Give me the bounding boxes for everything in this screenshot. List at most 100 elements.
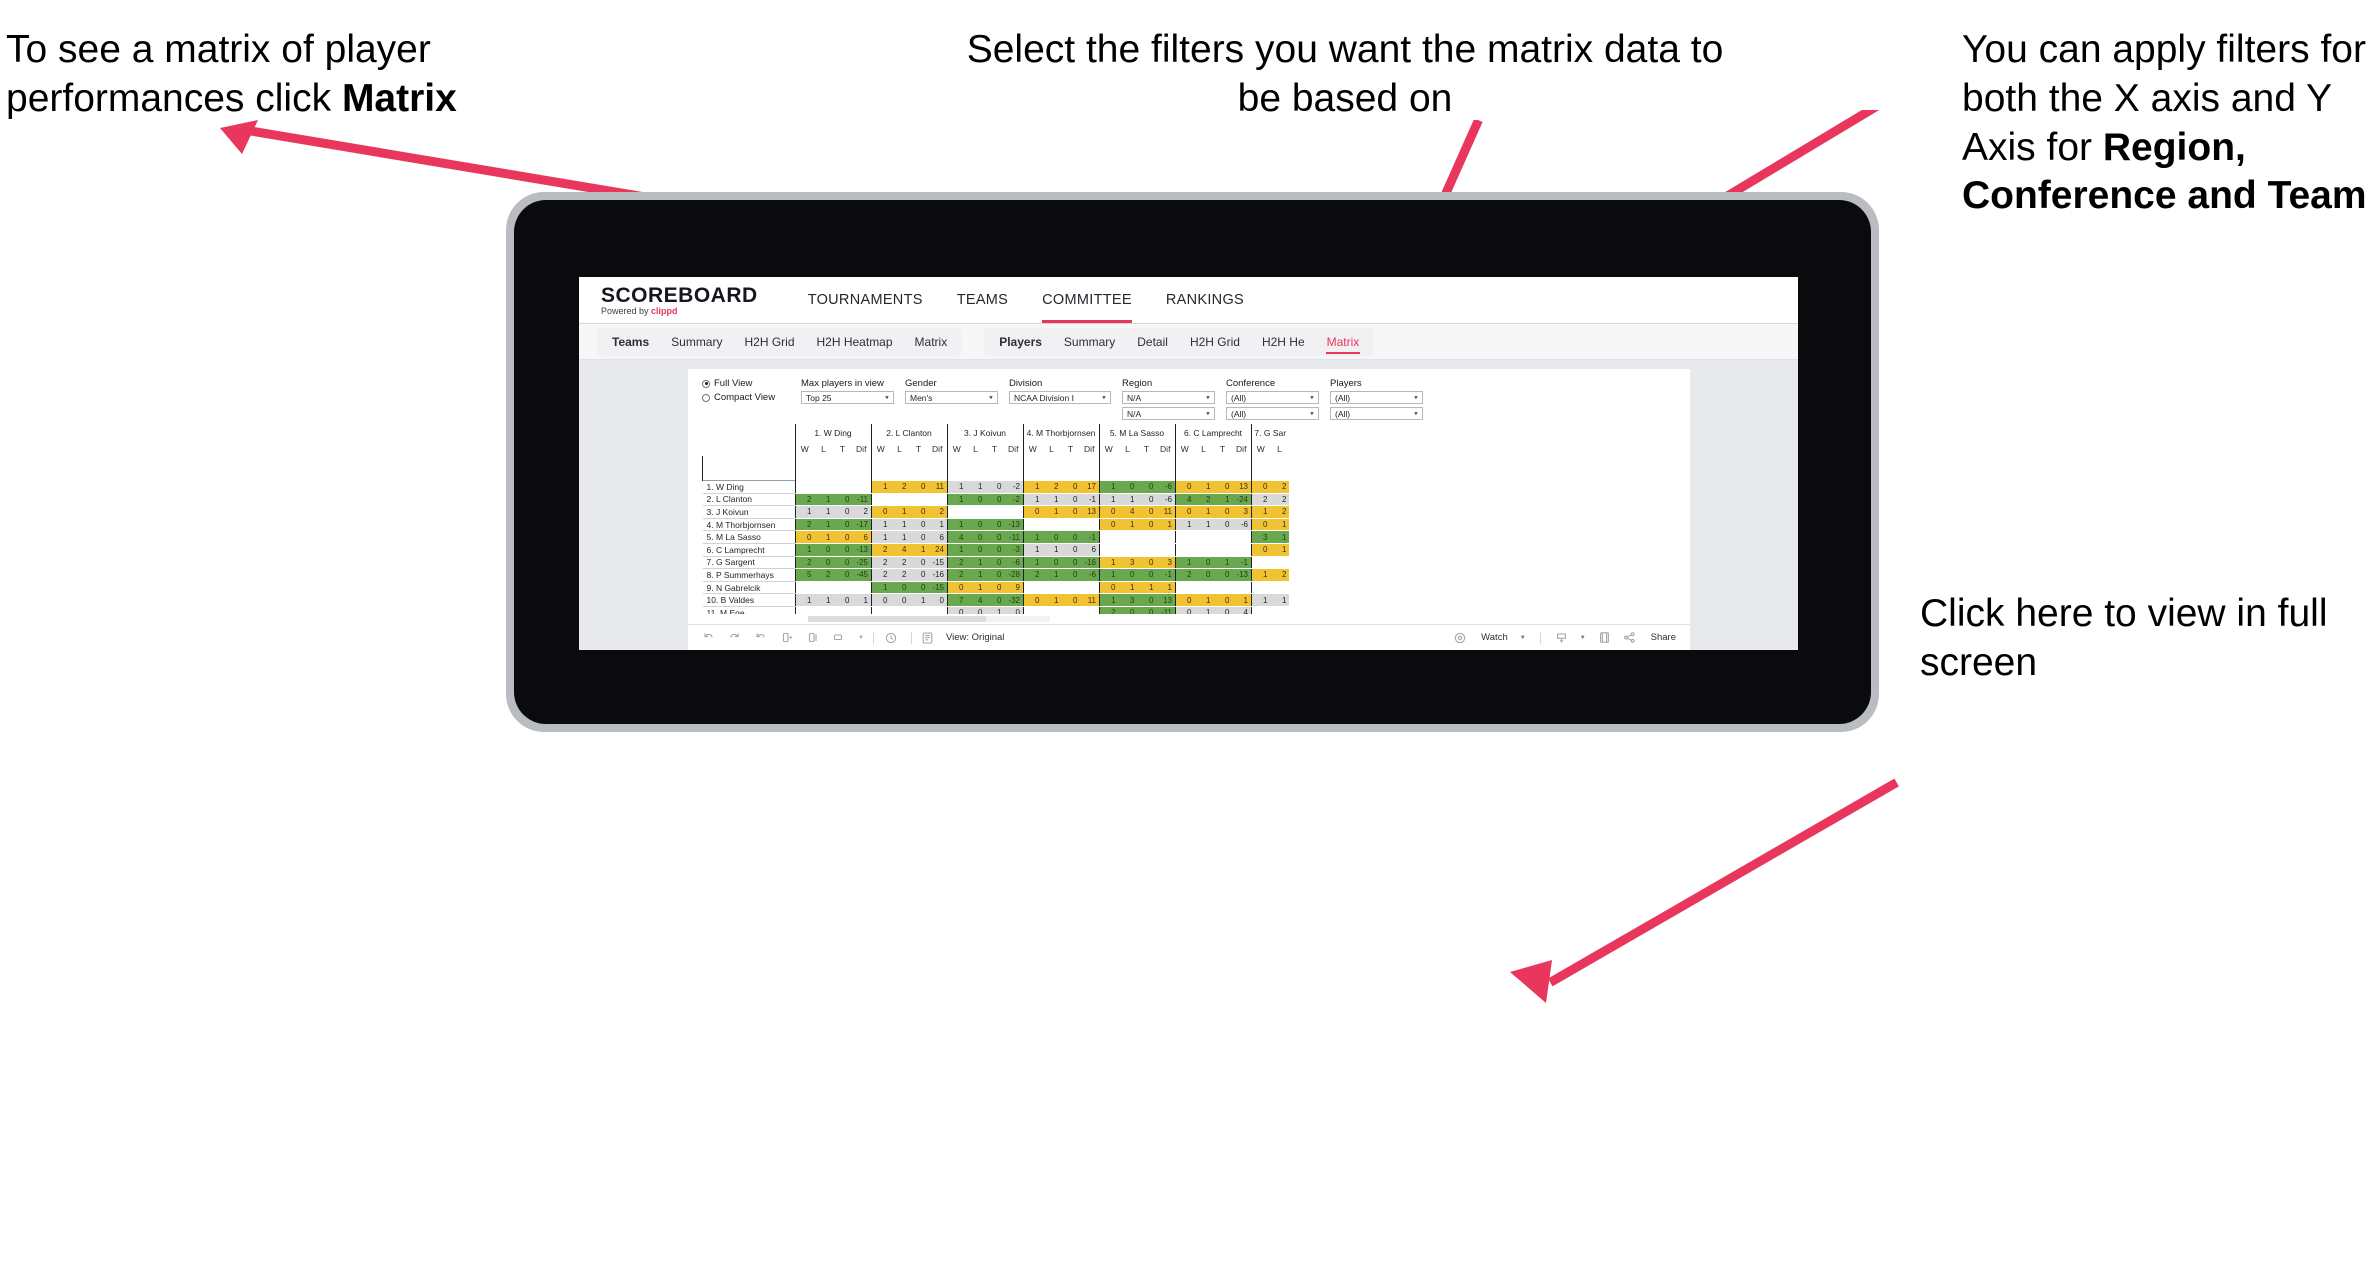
matrix-cell[interactable]: 0	[1213, 480, 1232, 494]
matrix-cell[interactable]: 0	[985, 593, 1004, 607]
matrix-cell[interactable]	[928, 493, 947, 507]
watch-icon[interactable]	[1454, 632, 1466, 644]
matrix-cell[interactable]: 0	[890, 593, 909, 607]
share-icon[interactable]	[1623, 631, 1636, 644]
matrix-cell[interactable]: 1	[1156, 518, 1175, 532]
matrix-cell[interactable]: 4	[1174, 493, 1194, 507]
watch-label[interactable]: Watch	[1481, 632, 1508, 643]
matrix-cell[interactable]: -6	[1156, 480, 1175, 494]
matrix-cell[interactable]	[1098, 530, 1118, 544]
matrix-cell[interactable]: 1	[814, 505, 833, 519]
matrix-cell[interactable]: 1	[794, 543, 814, 557]
matrix-cell[interactable]: 17	[1080, 480, 1099, 494]
matrix-cell[interactable]: 11	[1156, 505, 1175, 519]
radio-compact-view[interactable]: Compact View	[702, 392, 790, 403]
matrix-cell[interactable]: 0	[833, 493, 852, 507]
matrix-cell[interactable]	[890, 493, 909, 507]
matrix-cell[interactable]: -2	[1004, 493, 1023, 507]
matrix-cell[interactable]: 1	[1250, 568, 1270, 582]
matrix-cell[interactable]	[1194, 543, 1213, 557]
matrix-cell[interactable]	[1156, 543, 1175, 557]
matrix-cell[interactable]: 1	[946, 493, 966, 507]
matrix-cell[interactable]: 1	[1270, 593, 1289, 607]
matrix-cell[interactable]: 0	[833, 505, 852, 519]
matrix-cell[interactable]: 1	[1250, 593, 1270, 607]
matrix-cell[interactable]: 2	[946, 568, 966, 582]
matrix-cell[interactable]	[833, 606, 852, 614]
matrix-cell[interactable]: 6	[1080, 543, 1099, 557]
matrix-cell[interactable]: 0	[1098, 505, 1118, 519]
matrix-cell[interactable]: 1	[1022, 530, 1042, 544]
matrix-cell[interactable]	[1061, 581, 1080, 595]
matrix-cell[interactable]	[890, 606, 909, 614]
matrix-cell[interactable]: 0	[909, 505, 928, 519]
matrix-cell[interactable]: 0	[909, 581, 928, 595]
matrix-cell[interactable]: 0	[985, 556, 1004, 570]
matrix-cell[interactable]: -1	[1080, 530, 1099, 544]
matrix-cell[interactable]: 0	[814, 556, 833, 570]
matrix-cell[interactable]	[1250, 581, 1270, 595]
matrix-cell[interactable]: 1	[1156, 581, 1175, 595]
matrix-cell[interactable]	[1137, 543, 1156, 557]
matrix-cell[interactable]: 2	[870, 543, 890, 557]
matrix-cell[interactable]: 1	[870, 530, 890, 544]
matrix-cell[interactable]	[794, 480, 814, 494]
filter-region-x-dropdown[interactable]: N/A ▼	[1122, 391, 1215, 404]
matrix-cell[interactable]: 1	[794, 505, 814, 519]
matrix-cell[interactable]: 9	[1004, 581, 1023, 595]
matrix-cell[interactable]: 0	[1137, 505, 1156, 519]
matrix-cell[interactable]: 2	[1250, 493, 1270, 507]
matrix-cell[interactable]: 0	[985, 480, 1004, 494]
tab-teams-h2h-heatmap[interactable]: H2H Heatmap	[806, 328, 904, 356]
matrix-cell[interactable]: 1	[814, 518, 833, 532]
matrix-cell[interactable]: 1	[966, 556, 985, 570]
matrix-cell[interactable]: 1	[1137, 581, 1156, 595]
matrix-cell[interactable]	[1042, 518, 1061, 532]
horizontal-scrollbar[interactable]	[808, 616, 1050, 622]
matrix-cell[interactable]: 3	[1118, 556, 1137, 570]
matrix-cell[interactable]	[1156, 530, 1175, 544]
matrix-cell[interactable]: 1	[814, 530, 833, 544]
matrix-cell[interactable]: 1	[909, 543, 928, 557]
matrix-cell[interactable]	[870, 493, 890, 507]
matrix-cell[interactable]: 0	[946, 581, 966, 595]
matrix-cell[interactable]: 6	[852, 530, 871, 544]
matrix-cell[interactable]: 1	[870, 518, 890, 532]
matrix-cell[interactable]: 1	[909, 593, 928, 607]
matrix-cell[interactable]: 1	[1118, 581, 1137, 595]
matrix-cell[interactable]	[814, 581, 833, 595]
matrix-cell[interactable]: 1	[1098, 480, 1118, 494]
matrix-cell[interactable]: 2	[1270, 505, 1289, 519]
matrix-cell[interactable]: 0	[1042, 530, 1061, 544]
matrix-cell[interactable]	[1270, 556, 1289, 570]
matrix-cell[interactable]	[1213, 581, 1232, 595]
history-icon[interactable]	[884, 631, 898, 645]
matrix-cell[interactable]: 1	[1022, 556, 1042, 570]
matrix-cell[interactable]: 0	[1137, 518, 1156, 532]
nav-rankings[interactable]: RANKINGS	[1166, 277, 1244, 323]
matrix-cell[interactable]: 11	[1080, 593, 1099, 607]
tab-teams-summary[interactable]: Summary	[660, 328, 733, 356]
matrix-cell[interactable]: 1	[985, 606, 1004, 614]
matrix-cell[interactable]: 1	[946, 480, 966, 494]
matrix-cell[interactable]: -11	[1156, 606, 1175, 614]
matrix-cell[interactable]: 1	[814, 593, 833, 607]
matrix-cell[interactable]: 13	[1232, 480, 1251, 494]
matrix-row[interactable]: 6. C Lamprecht 1 0 0 -13 2 4 1 24 1 0 0 -3 1 1 0 6 0 1	[702, 543, 1289, 557]
matrix-cell[interactable]: 2	[1194, 493, 1213, 507]
matrix-cell[interactable]: 1	[966, 480, 985, 494]
matrix-cell[interactable]	[1270, 581, 1289, 595]
nav-tournaments[interactable]: TOURNAMENTS	[808, 277, 923, 323]
matrix-cell[interactable]: 0	[833, 556, 852, 570]
matrix-cell[interactable]: 0	[928, 593, 947, 607]
matrix-cell[interactable]: -11	[1004, 530, 1023, 544]
matrix-cell[interactable]: 1	[1174, 556, 1194, 570]
pause-auto-update-icon[interactable]	[780, 631, 793, 644]
matrix-cell[interactable]: -25	[852, 556, 871, 570]
matrix-cell[interactable]	[833, 581, 852, 595]
view-original-label[interactable]: View: Original	[946, 632, 1004, 643]
matrix-cell[interactable]: -28	[1004, 568, 1023, 582]
matrix-cell[interactable]: -13	[852, 543, 871, 557]
filter-region-y-dropdown[interactable]: N/A ▼	[1122, 407, 1215, 420]
matrix-cell[interactable]: 0	[1061, 593, 1080, 607]
